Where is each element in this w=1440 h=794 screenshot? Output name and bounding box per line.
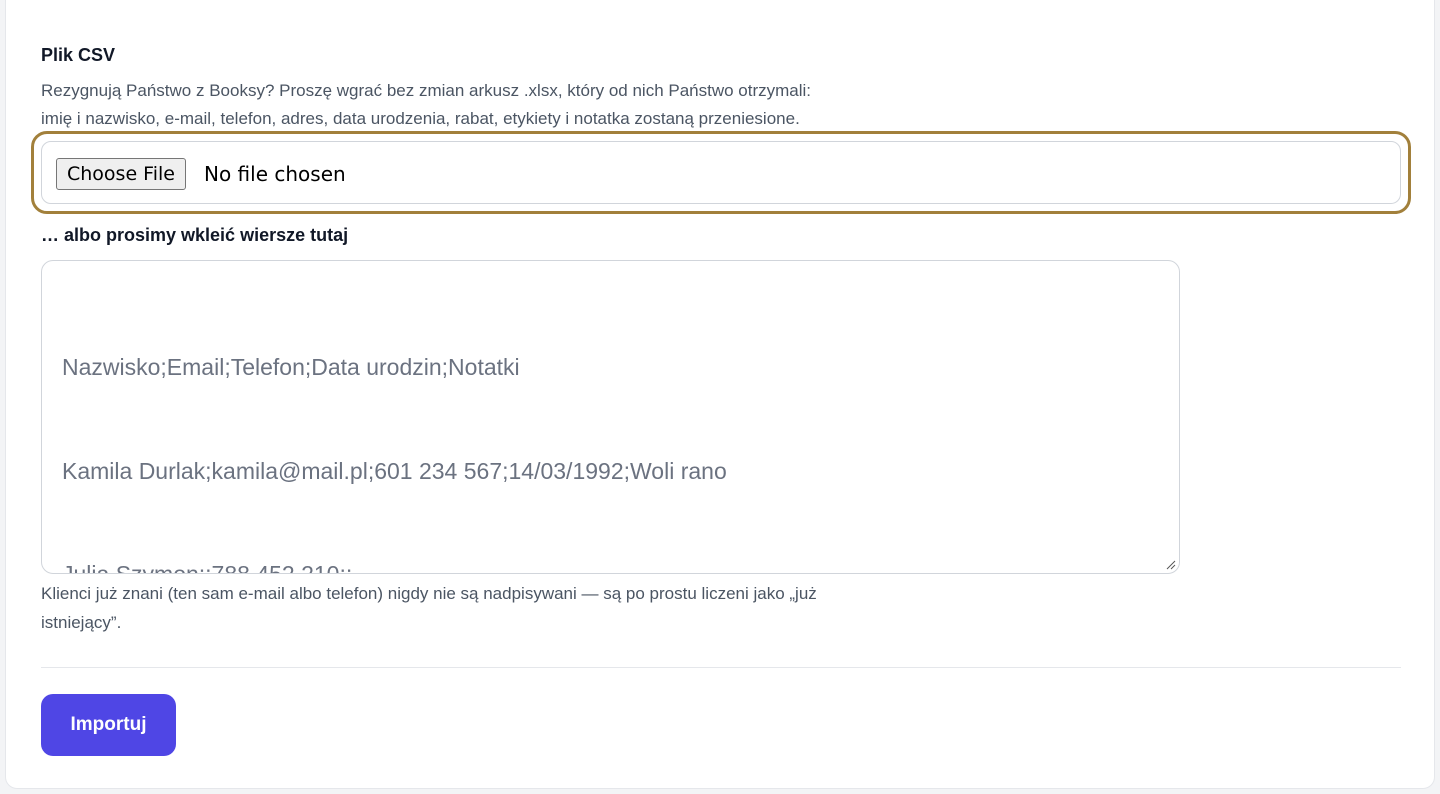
file-input-focus-ring: Choose File No file chosen: [31, 131, 1411, 214]
placeholder-line: Nazwisko;Email;Telefon;Data urodzin;Nota…: [62, 354, 520, 380]
placeholder-line: Julia Szymon;;788 452 210;;: [62, 561, 353, 574]
note-line-2: istniejący”.: [41, 613, 122, 632]
csv-section-title: Plik CSV: [41, 45, 116, 65]
paste-rows-label: … albo prosimy wkleić wiersze tutaj: [41, 225, 349, 245]
csv-help-text: Rezygnują Państwo z Booksy? Proszę wgrać…: [41, 77, 941, 133]
resize-handle-icon[interactable]: [1166, 560, 1176, 570]
csv-help-line-2: imię i nazwisko, e-mail, telefon, adres,…: [41, 109, 800, 128]
file-input[interactable]: Choose File No file chosen: [41, 141, 1401, 204]
paste-rows-textarea[interactable]: Nazwisko;Email;Telefon;Data urodzin;Nota…: [41, 260, 1180, 574]
csv-help-line-1: Rezygnują Państwo z Booksy? Proszę wgrać…: [41, 81, 812, 100]
file-status-text: No file chosen: [204, 162, 346, 186]
existing-clients-note: Klienci już znani (ten sam e-mail albo t…: [41, 579, 941, 637]
import-button[interactable]: Importuj: [41, 694, 176, 756]
divider: [41, 667, 1401, 668]
note-line-1: Klienci już znani (ten sam e-mail albo t…: [41, 584, 817, 603]
card-content: Plik CSV Rezygnują Państwo z Booksy? Pro…: [1, 1, 1440, 794]
choose-file-button[interactable]: Choose File: [56, 158, 186, 190]
placeholder-line: Kamila Durlak;kamila@mail.pl;601 234 567…: [62, 457, 727, 484]
import-card: Plik CSV Rezygnują Państwo z Booksy? Pro…: [5, 0, 1435, 789]
